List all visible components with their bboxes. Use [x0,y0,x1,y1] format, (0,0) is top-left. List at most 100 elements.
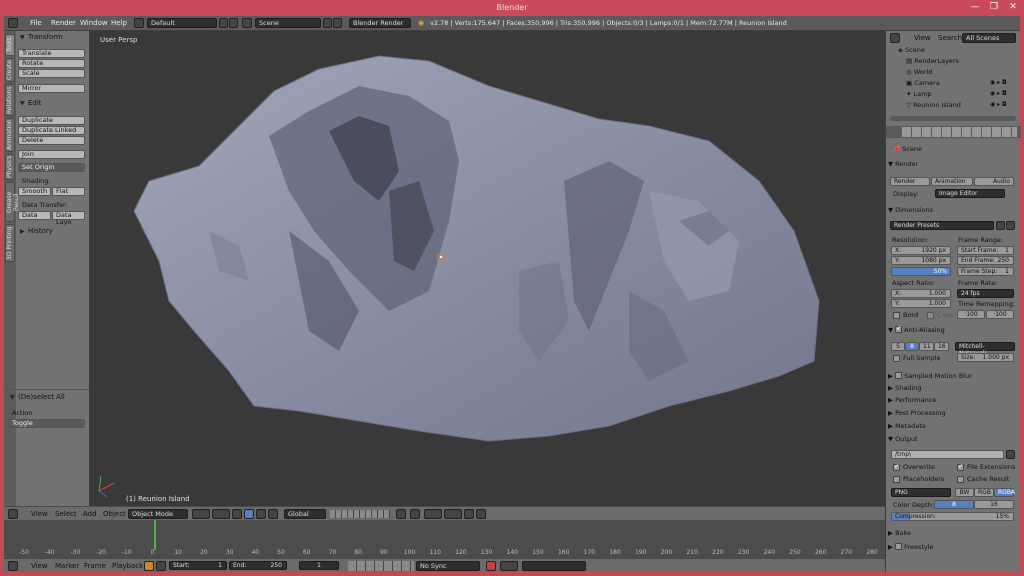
resolution-x-field[interactable]: X: 1920 px [891,246,951,255]
animation-button[interactable]: Animation [931,177,973,186]
menu-view[interactable]: View [914,34,931,42]
time-remap-old-field[interactable]: ·100 [957,310,985,319]
resolution-y-field[interactable]: Y: 1080 px [891,256,951,265]
current-frame-marker[interactable] [154,520,156,550]
end-frame-field[interactable]: End Frame: 250 [957,256,1014,265]
freestyle-panel-header[interactable]: ▶ Freestyle [888,542,1018,551]
screen-layout-field[interactable]: Default [147,18,217,28]
outliner-scene[interactable]: ◈ Scene [898,46,1024,54]
tab-tools[interactable]: Tools [5,34,15,56]
resolution-percentage-slider[interactable]: 50% [891,267,951,276]
frame-step-field[interactable]: Frame Step: 1 [957,267,1014,276]
remove-scene-icon[interactable] [333,18,342,28]
motion-blur-panel-header[interactable]: ▶ Sampled Motion Blur [888,371,1018,380]
transform-orientation-select[interactable]: Global [284,509,326,519]
menu-search[interactable]: Search [938,34,962,42]
aa-samples-16[interactable]: 16 [934,342,949,351]
lock-layers-icon[interactable] [396,509,406,519]
full-sample-checkbox[interactable] [893,355,900,362]
render-panel-header[interactable]: ▼ Render [888,160,1018,168]
action-select[interactable]: Toggle [8,419,85,428]
scale-manipulator-icon[interactable] [268,509,278,519]
menu-help[interactable]: Help [111,19,127,27]
add-scene-icon[interactable] [323,18,332,28]
time-remap-new-field[interactable]: ·100 [986,310,1014,319]
performance-panel-header[interactable]: ▶ Performance [888,396,1018,404]
color-rgba-button[interactable]: RGBA [994,488,1015,497]
post-processing-panel-header[interactable]: ▶ Post Processing [888,409,1018,417]
editor-type-icon[interactable] [8,509,18,519]
menu-window[interactable]: Window [80,19,108,27]
menu-marker[interactable]: Marker [55,562,79,570]
playback-controls[interactable] [348,561,414,571]
dimensions-panel-header[interactable]: ▼ Dimensions [888,206,1018,214]
pivot-point-icon[interactable] [212,509,230,519]
translate-button[interactable]: Translate [18,49,85,58]
preview-range-icon[interactable] [144,561,154,571]
record-icon[interactable] [486,561,496,571]
pin-icon[interactable]: 📌 [892,145,902,153]
folder-icon[interactable] [1006,450,1015,459]
duplicate-button[interactable]: Duplicate [18,116,85,125]
scene-icon[interactable] [242,18,252,28]
context-tab-icons[interactable] [902,127,1017,137]
border-checkbox[interactable] [893,312,900,319]
manipulator-toggle-icon[interactable] [232,509,242,519]
viewport-shading-icon[interactable] [192,509,210,519]
rotate-button[interactable]: Rotate [18,59,85,68]
end-frame-field[interactable]: End: 250 [229,561,287,570]
color-bw-button[interactable]: BW [955,488,974,497]
anti-aliasing-panel-header[interactable]: ▼ Anti-Aliasing [888,324,1018,334]
set-origin-select[interactable]: Set Origin [18,163,85,172]
join-button[interactable]: Join [18,150,85,159]
opengl-animation-icon[interactable] [476,509,486,519]
edit-header[interactable]: Edit [28,99,42,107]
frame-rate-select[interactable]: 24 fps [957,289,1014,298]
smooth-button[interactable]: Smooth [18,187,51,196]
timeline[interactable]: -50 -40 -30 -20 -10 0 10 20 30 40 50 60 70 80 90 100 110… [4,520,885,558]
operator-header[interactable]: (De)select All [18,393,65,401]
outliner-filter-select[interactable]: All Scenes [962,33,1016,43]
editor-type-icon[interactable] [8,18,18,28]
aspect-y-field[interactable]: Y: 1.000 [891,299,951,308]
crop-checkbox[interactable] [927,312,934,319]
tab-create[interactable]: Create [5,58,15,82]
freestyle-checkbox[interactable] [895,543,903,550]
tab-physics[interactable]: Physics [5,154,15,180]
rotate-manipulator-icon[interactable] [256,509,266,519]
visibility-eye-icon[interactable]: ◉ ▸ ◘ [990,90,1007,97]
audio-button[interactable]: Audio [974,177,1014,186]
duplicate-linked-button[interactable]: Duplicate Linked [18,126,85,135]
add-layout-icon[interactable] [219,18,228,28]
render-engine-select[interactable]: Blender Render [349,18,411,28]
render-preview-icon[interactable] [410,509,420,519]
color-rgb-button[interactable]: RGB [974,488,994,497]
mode-select[interactable]: Object Mode [128,509,188,519]
tab-animation[interactable]: Animation [5,118,15,152]
editor-type-icon[interactable] [890,33,900,43]
tab-grease-pencil[interactable]: Grease Pencil [5,182,20,222]
transform-header[interactable]: Transform [28,33,63,41]
keying-set-field[interactable] [522,561,586,571]
collapse-triangle-icon[interactable]: ▼ [20,34,25,41]
flat-button[interactable]: Flat [52,187,85,196]
menu-file[interactable]: File [30,19,42,27]
file-extensions-checkbox[interactable] [957,462,964,471]
file-format-select[interactable]: PNG [891,488,951,497]
menu-render[interactable]: Render [51,19,76,27]
collapse-triangle-icon[interactable]: ▼ [20,100,25,107]
visibility-eye-icon[interactable]: ◉ ▸ ◘ [990,79,1007,86]
menu-frame[interactable]: Frame [84,562,106,570]
aa-filter-select[interactable]: Mitchell-Netravali [955,342,1015,357]
proportional-editing-icon[interactable] [424,509,442,519]
translate-manipulator-icon[interactable] [244,509,254,519]
opengl-render-icon[interactable] [464,509,474,519]
mirror-button[interactable]: Mirror [18,84,85,93]
add-preset-icon[interactable] [996,221,1005,230]
minimize-button[interactable]: — [968,2,982,13]
delete-button[interactable]: Delete [18,136,85,145]
menu-select[interactable]: Select [55,510,77,518]
menu-object[interactable]: Object [103,510,126,518]
output-path-field[interactable]: /tmp\ [891,450,1004,459]
placeholders-checkbox[interactable] [893,476,900,483]
